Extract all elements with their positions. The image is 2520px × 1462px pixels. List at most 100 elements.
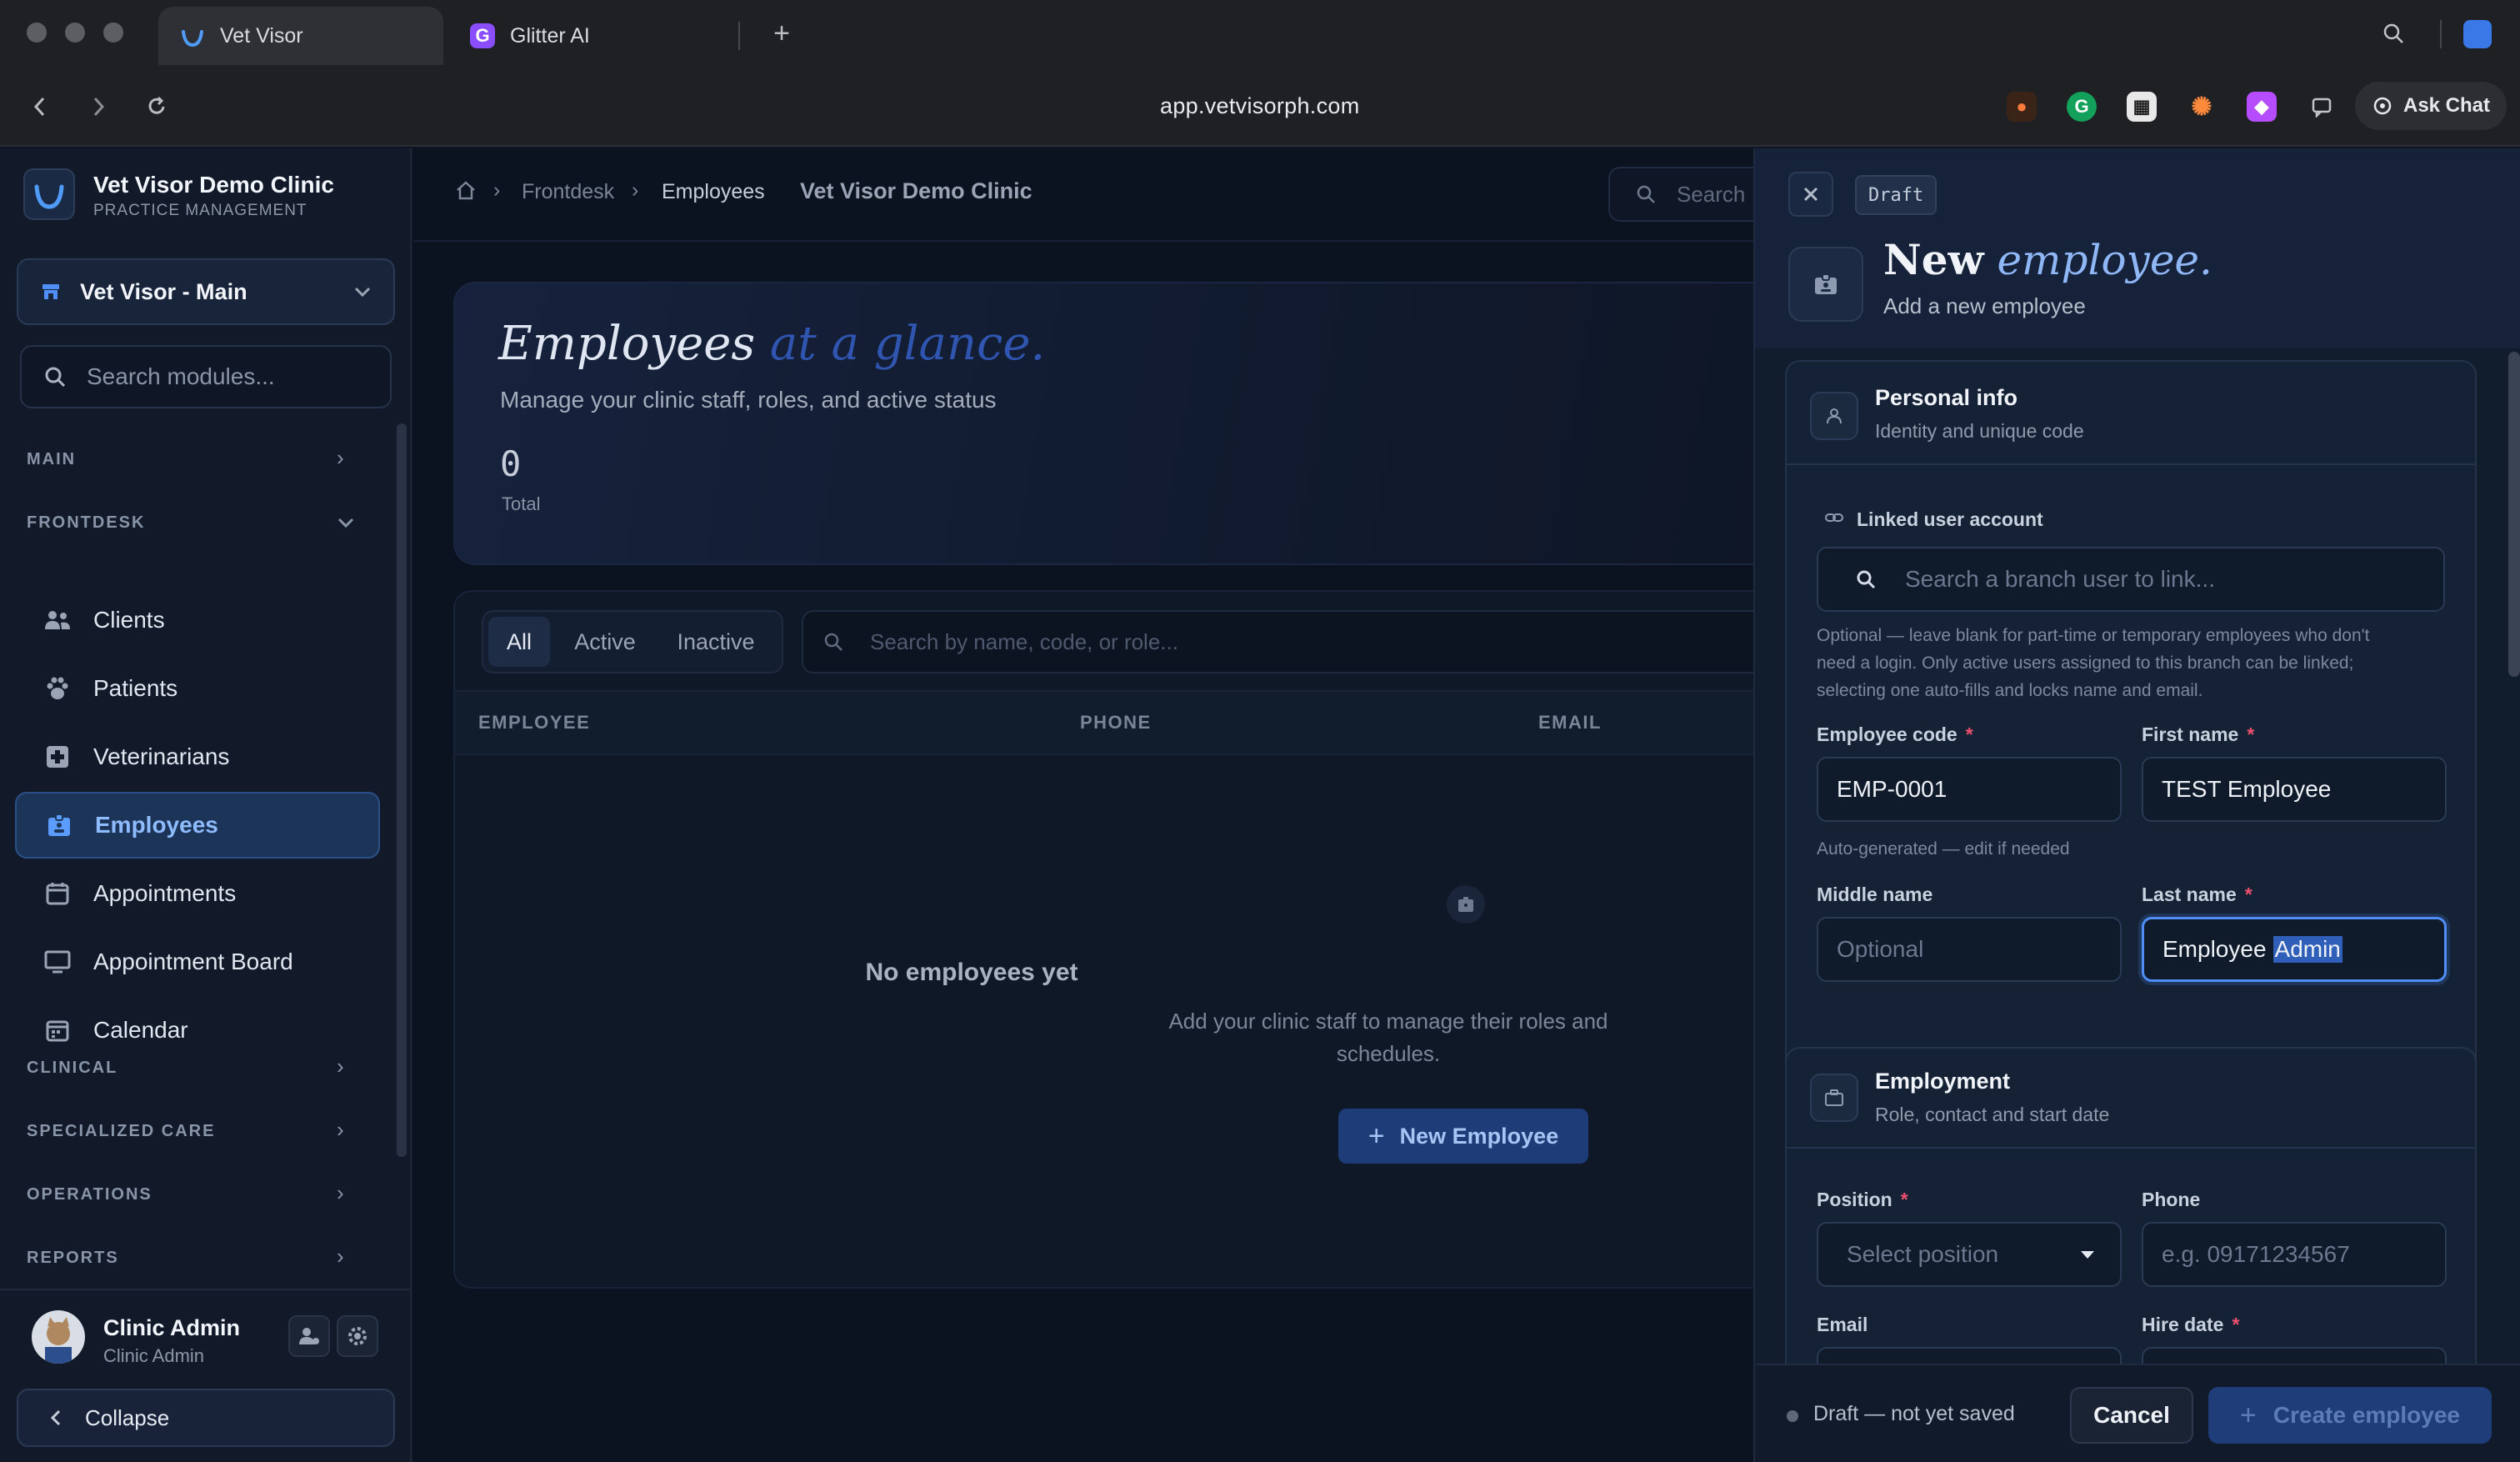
filter-inactive[interactable]: Inactive xyxy=(662,617,770,667)
home-icon[interactable] xyxy=(455,180,477,202)
chevron-right-icon[interactable]: › xyxy=(337,1180,344,1206)
sidebar-item-appointment-board[interactable]: Appointment Board xyxy=(15,929,380,995)
first-name-label: First name * xyxy=(2142,723,2255,745)
column-phone[interactable]: PHONE xyxy=(1080,712,1152,734)
branch-selector[interactable]: Vet Visor - Main xyxy=(17,258,395,325)
chevron-right-icon[interactable]: › xyxy=(337,445,344,471)
tab-glitter-ai[interactable]: G Glitter AI xyxy=(448,7,732,65)
status-dot xyxy=(1787,1410,1798,1422)
link-icon xyxy=(1825,512,1843,523)
hire-date-label: Hire date * xyxy=(2142,1314,2240,1335)
section-reports[interactable]: REPORTS xyxy=(27,1249,119,1268)
global-search-placeholder: Search xyxy=(1677,181,1746,207)
sidebar-item-employees[interactable]: Employees xyxy=(15,792,380,859)
divider xyxy=(1787,1147,2475,1149)
sidebar-item-patients[interactable]: Patients xyxy=(15,655,380,722)
settings-button[interactable] xyxy=(337,1315,378,1357)
extension-chat-icon[interactable] xyxy=(2307,92,2337,122)
extension-fox-icon[interactable]: ● xyxy=(2007,92,2037,122)
last-name-selected-text: Admin xyxy=(2272,936,2342,963)
column-email[interactable]: EMAIL xyxy=(1538,712,1602,734)
sidebar-item-calendar[interactable]: Calendar xyxy=(15,997,380,1064)
avatar[interactable] xyxy=(32,1310,85,1364)
employee-search-input[interactable]: Search by name, code, or role... xyxy=(802,610,1818,673)
linked-user-search-input[interactable]: Search a branch user to link... xyxy=(1817,547,2445,612)
hero-title-accent: at a glance. xyxy=(769,317,1046,371)
chevron-right-icon[interactable]: › xyxy=(337,1117,344,1143)
employee-code-hint: Auto-generated — edit if needed xyxy=(1817,839,2070,859)
id-badge-icon xyxy=(45,811,73,839)
new-employee-drawer: Draft New employee. Add a new employee P… xyxy=(1753,148,2520,1462)
maximize-window-button[interactable] xyxy=(103,23,123,43)
phone-input[interactable]: e.g. 09171234567 xyxy=(2142,1222,2447,1287)
extension-grammarly-icon[interactable]: G xyxy=(2067,92,2097,122)
extension-grid-icon[interactable]: ▦ xyxy=(2127,92,2157,122)
hero-title-main: Employees xyxy=(498,317,756,371)
breadcrumb-employees[interactable]: Employees xyxy=(662,180,765,204)
filter-all[interactable]: All xyxy=(488,617,550,667)
profile-icon[interactable] xyxy=(2463,20,2492,48)
module-search-input[interactable]: Search modules... xyxy=(20,345,392,408)
close-drawer-button[interactable] xyxy=(1788,172,1833,217)
cancel-button[interactable]: Cancel xyxy=(2070,1387,2193,1444)
column-employee[interactable]: EMPLOYEE xyxy=(478,712,590,734)
minimize-window-button[interactable] xyxy=(65,23,85,43)
position-select[interactable]: Select position xyxy=(1817,1222,2122,1287)
back-icon[interactable] xyxy=(22,88,58,125)
monitor-icon xyxy=(43,948,72,976)
clinic-name: Vet Visor Demo Clinic xyxy=(93,172,334,198)
drawer-scrollbar[interactable] xyxy=(2508,352,2520,677)
last-name-input[interactable]: Employee Admin xyxy=(2142,917,2447,982)
chevron-right-icon[interactable]: › xyxy=(337,1244,344,1269)
sidebar-scrollbar[interactable] xyxy=(397,423,407,1157)
tab-label: Vet Visor xyxy=(220,23,303,48)
id-badge-icon xyxy=(1457,895,1475,914)
new-tab-icon[interactable]: + xyxy=(763,15,800,52)
extension-sparkle-icon[interactable]: ✺ xyxy=(2187,92,2217,122)
ask-chat-button[interactable]: Ask Chat xyxy=(2355,82,2507,130)
section-frontdesk[interactable]: FRONTDESK xyxy=(27,513,145,533)
sidebar-item-veterinarians[interactable]: Veterinarians xyxy=(15,723,380,790)
create-employee-button[interactable]: + Create employee xyxy=(2208,1387,2492,1444)
sidebar-item-appointments[interactable]: Appointments xyxy=(15,860,380,927)
branch-name: Vet Visor - Main xyxy=(80,278,248,304)
section-operations[interactable]: OPERATIONS xyxy=(27,1185,152,1204)
middle-name-input[interactable]: Optional xyxy=(1817,917,2122,982)
users-icon xyxy=(43,606,72,634)
search-tabs-icon[interactable] xyxy=(2375,15,2412,52)
collapse-sidebar-button[interactable]: Collapse xyxy=(17,1389,395,1447)
switch-user-button[interactable] xyxy=(288,1315,330,1357)
sidebar-item-label: Appointments xyxy=(93,880,237,906)
sidebar-item-clients[interactable]: Clients xyxy=(15,587,380,653)
extension-purple-icon[interactable]: ◆ xyxy=(2247,92,2277,122)
draft-status: Draft — not yet saved xyxy=(1813,1402,2015,1425)
personal-info-subtitle: Identity and unique code xyxy=(1875,420,2084,442)
breadcrumb-separator: › xyxy=(493,178,501,202)
employee-search-placeholder: Search by name, code, or role... xyxy=(870,628,1178,654)
forward-icon[interactable] xyxy=(80,88,117,125)
close-window-button[interactable] xyxy=(27,23,47,43)
section-specialized-care[interactable]: SPECIALIZED CARE xyxy=(27,1122,215,1141)
chevron-right-icon[interactable]: › xyxy=(337,1054,344,1079)
section-main[interactable]: MAIN xyxy=(27,450,76,469)
breadcrumb-frontdesk[interactable]: Frontdesk xyxy=(522,180,614,204)
address-bar[interactable]: app.vetvisorph.com xyxy=(1160,93,1360,119)
ask-chat-label: Ask Chat xyxy=(2402,94,2491,117)
hero-subtitle: Manage your clinic staff, roles, and act… xyxy=(500,387,997,413)
first-name-input[interactable]: TEST Employee xyxy=(2142,757,2447,822)
new-employee-button[interactable]: + New Employee xyxy=(1338,1109,1588,1164)
employee-code-input[interactable]: EMP-0001 xyxy=(1817,757,2122,822)
drawer-title-accent: employee. xyxy=(1997,236,2212,284)
tab-vet-visor[interactable]: Vet Visor xyxy=(158,7,443,65)
search-icon xyxy=(1635,183,1657,205)
user-role: Clinic Admin xyxy=(103,1345,205,1366)
chevron-down-icon[interactable] xyxy=(337,517,355,528)
reload-icon[interactable] xyxy=(138,88,175,125)
sidebar-item-label: Appointment Board xyxy=(93,949,293,974)
global-search-input[interactable]: Search xyxy=(1608,167,1775,222)
create-employee-label: Create employee xyxy=(2272,1402,2460,1428)
position-placeholder: Select position xyxy=(1847,1241,1999,1267)
filter-active[interactable]: Active xyxy=(563,617,647,667)
plus-icon: + xyxy=(1368,1119,1385,1152)
section-clinical[interactable]: CLINICAL xyxy=(27,1059,118,1078)
